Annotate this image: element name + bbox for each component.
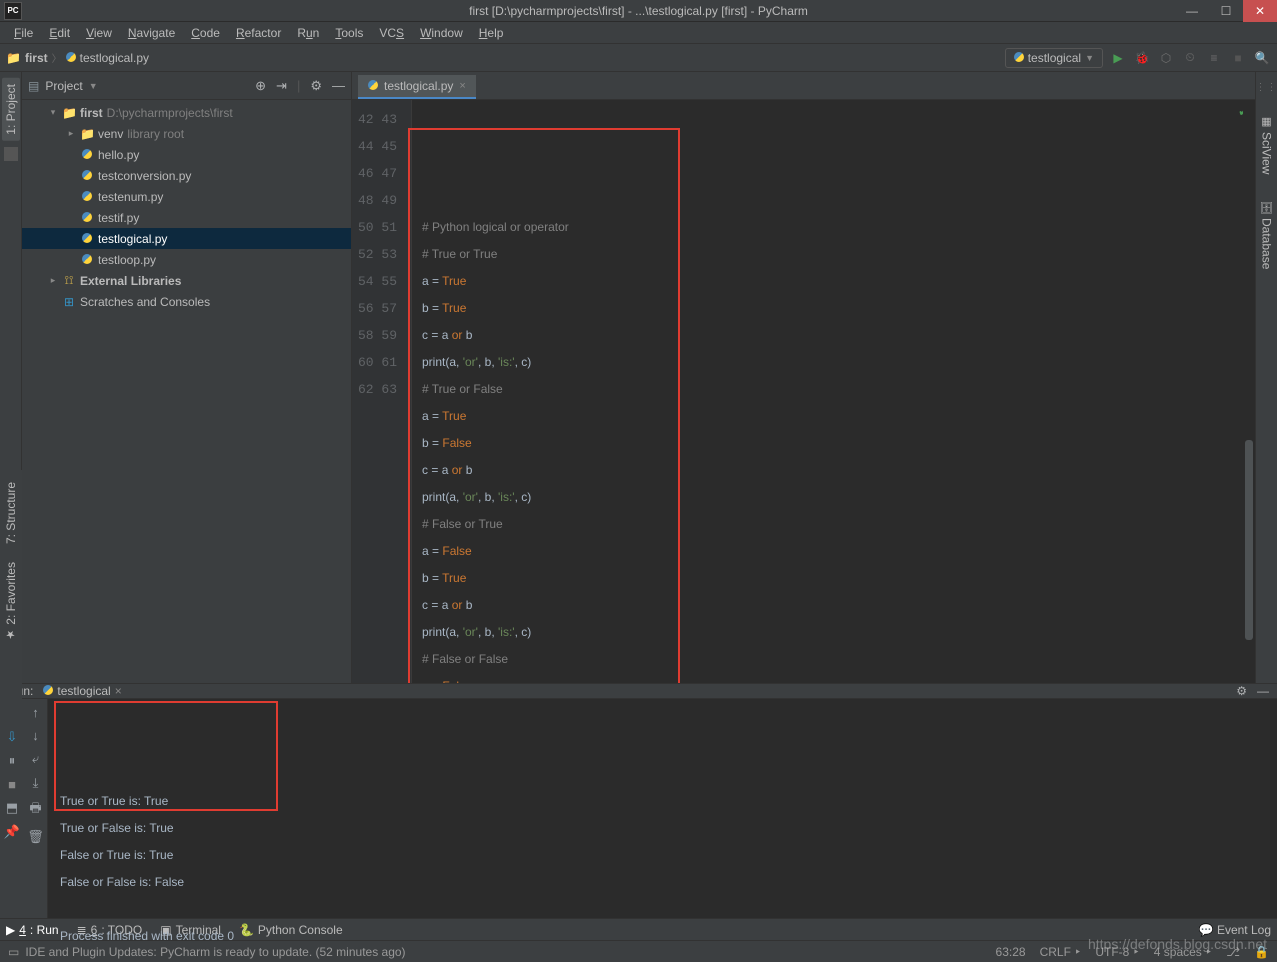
run-config-label: testlogical xyxy=(1028,51,1081,65)
pin-icon[interactable]: 📌 xyxy=(4,824,20,840)
editor-scrollbar[interactable] xyxy=(1243,100,1255,683)
python-icon xyxy=(1014,51,1024,65)
run-output[interactable]: True or True is: TrueTrue or False is: T… xyxy=(48,699,1277,958)
code-editor[interactable]: 42 43 44 45 46 47 48 49 50 51 52 53 54 5… xyxy=(352,100,1255,683)
run-tab-label: testlogical xyxy=(57,684,110,698)
project-panel-title: Project xyxy=(45,79,82,93)
print-icon[interactable]: 🖶 xyxy=(29,799,41,821)
tree-row[interactable]: testlogical.py xyxy=(22,228,351,249)
tree-row[interactable]: ⊞Scratches and Consoles xyxy=(22,291,351,312)
tree-row[interactable]: testenum.py xyxy=(22,186,351,207)
bookmarks-icon[interactable] xyxy=(4,147,18,161)
project-tree[interactable]: ▾📁first D:\pycharmprojects\first▸📁venv l… xyxy=(22,100,351,683)
clear-icon[interactable]: 🗑 xyxy=(27,829,44,845)
tree-row[interactable]: testloop.py xyxy=(22,249,351,270)
pause-icon[interactable]: ⏸ xyxy=(9,753,16,769)
maximize-button[interactable]: ☐ xyxy=(1209,0,1243,22)
code-content[interactable]: # Python logical or operator# True or Tr… xyxy=(412,100,1255,683)
folder-icon: ▤ xyxy=(28,79,39,93)
status-icon[interactable]: ▭ xyxy=(8,945,19,959)
coverage-button[interactable]: ⬡ xyxy=(1157,49,1175,67)
gear-icon[interactable]: ⚙ xyxy=(310,78,322,94)
breadcrumb[interactable]: 📁 first 〉 testlogical.py xyxy=(6,50,149,65)
stop-button[interactable]: ■ xyxy=(1229,49,1247,67)
menu-tools[interactable]: Tools xyxy=(327,24,371,42)
chevron-right-icon: 〉 xyxy=(52,50,62,65)
close-button[interactable]: ✕ xyxy=(1243,0,1277,22)
menubar: File Edit View Navigate Code Refactor Ru… xyxy=(0,22,1277,44)
menu-window[interactable]: Window xyxy=(412,24,471,42)
menu-help[interactable]: Help xyxy=(471,24,512,42)
breadcrumb-project[interactable]: first xyxy=(25,51,48,65)
favorites-tool-tab[interactable]: ★ 2: Favorites xyxy=(2,556,20,647)
python-icon xyxy=(368,79,378,93)
chevron-down-icon[interactable]: ▼ xyxy=(89,81,98,91)
hide-icon[interactable]: — xyxy=(332,78,345,93)
close-tab-icon[interactable]: × xyxy=(459,80,465,92)
profile-button[interactable]: ⏲ xyxy=(1181,49,1199,67)
chevron-down-icon: ▼ xyxy=(1085,53,1094,63)
menu-run[interactable]: Run xyxy=(289,24,327,42)
titlebar: PC first [D:\pycharmprojects\first] - ..… xyxy=(0,0,1277,22)
down-icon[interactable]: ↓ xyxy=(32,728,39,743)
run-tool-window: Run: testlogical × ⚙ — ▶ ⇩ ⏸ ■ ⬒ 📌 ↑ ↓ ⤶… xyxy=(0,683,1277,918)
menu-vcs[interactable]: VCS xyxy=(371,24,412,42)
drag-handle-icon: ⋮⋮ xyxy=(1256,82,1277,93)
gutter: 42 43 44 45 46 47 48 49 50 51 52 53 54 5… xyxy=(352,100,412,683)
tree-row[interactable]: testconversion.py xyxy=(22,165,351,186)
run-button[interactable]: ▶ xyxy=(1109,49,1127,67)
stop-icon[interactable]: ■ xyxy=(8,777,16,792)
editor-tab-label: testlogical.py xyxy=(384,79,453,93)
restore-layout-icon[interactable]: ⬒ xyxy=(6,800,18,816)
tree-row[interactable]: ▸⟟⟟External Libraries xyxy=(22,270,351,291)
sciview-tool-tab[interactable]: ▦ SciView xyxy=(1258,111,1276,178)
menu-refactor[interactable]: Refactor xyxy=(228,24,289,42)
scroll-icon[interactable]: ⤓ xyxy=(33,775,39,791)
menu-edit[interactable]: Edit xyxy=(41,24,78,42)
tree-row[interactable]: hello.py xyxy=(22,144,351,165)
app-logo: PC xyxy=(4,2,22,20)
folder-icon: 📁 xyxy=(6,51,21,65)
left-tool-strip-2: 7: Structure ★ 2: Favorites xyxy=(0,470,22,720)
search-everywhere-button[interactable]: 🔍 xyxy=(1253,49,1271,67)
tree-row[interactable]: ▸📁venv library root xyxy=(22,123,351,144)
editor-area: testlogical.py × 42 43 44 45 46 47 48 49… xyxy=(352,72,1255,683)
gear-icon[interactable]: ⚙ xyxy=(1236,684,1247,698)
wrap-icon[interactable]: ⤶ xyxy=(32,751,39,767)
python-icon xyxy=(43,684,53,698)
project-panel: ▤ Project ▼ ⊕ ⇥ | ⚙ — ▾📁first D:\pycharm… xyxy=(22,72,352,683)
structure-tool-tab[interactable]: 7: Structure xyxy=(2,476,20,550)
minimize-button[interactable]: — xyxy=(1175,0,1209,22)
up-icon[interactable]: ↑ xyxy=(32,705,39,720)
toggle-icon[interactable]: ⇩ xyxy=(7,729,18,745)
breadcrumb-file[interactable]: testlogical.py xyxy=(80,51,149,65)
close-run-tab-icon[interactable]: × xyxy=(115,684,122,698)
tree-row[interactable]: testif.py xyxy=(22,207,351,228)
navbar: 📁 first 〉 testlogical.py testlogical ▼ ▶… xyxy=(0,44,1277,72)
right-tool-strip: ⋮⋮ ▦ SciView 🗄 Database xyxy=(1255,72,1277,683)
menu-file[interactable]: File xyxy=(6,24,41,42)
hide-icon[interactable]: — xyxy=(1257,684,1269,698)
run-tab[interactable]: testlogical × xyxy=(43,684,121,698)
run-config-selector[interactable]: testlogical ▼ xyxy=(1005,48,1103,68)
menu-code[interactable]: Code xyxy=(183,24,228,42)
concurrency-button[interactable]: ≡ xyxy=(1205,49,1223,67)
locate-icon[interactable]: ⊕ xyxy=(255,78,266,94)
scrollbar-thumb[interactable] xyxy=(1245,440,1253,640)
menu-navigate[interactable]: Navigate xyxy=(120,24,183,42)
menu-view[interactable]: View xyxy=(78,24,120,42)
python-icon xyxy=(66,51,76,65)
window-title: first [D:\pycharmprojects\first] - ...\t… xyxy=(469,4,808,18)
debug-button[interactable]: 🐞 xyxy=(1133,49,1151,67)
watermark: https://defonds.blog.csdn.net xyxy=(1088,936,1267,952)
tree-row[interactable]: ▾📁first D:\pycharmprojects\first xyxy=(22,102,351,123)
database-tool-tab[interactable]: 🗄 Database xyxy=(1258,196,1276,273)
project-tool-tab[interactable]: 1: Project xyxy=(2,78,20,141)
collapse-icon[interactable]: ⇥ xyxy=(276,78,287,94)
editor-tab[interactable]: testlogical.py × xyxy=(358,75,476,99)
